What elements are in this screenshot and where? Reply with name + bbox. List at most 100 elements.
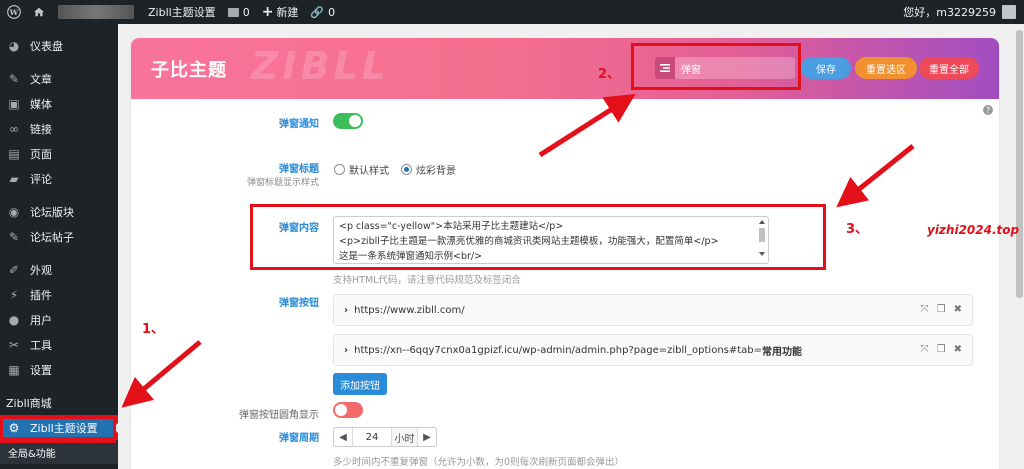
sidebar-item-label: 页面 [30, 147, 52, 161]
add-button[interactable]: 添加按钮 [333, 373, 387, 395]
popup-buttons-label: 弹窗按钮 [279, 298, 319, 309]
sidebar-item-forum-posts[interactable]: ✎ 论坛帖子 [0, 224, 118, 249]
search-input[interactable] [675, 57, 795, 79]
sidebar-item-comments[interactable]: ▰ 评论 [0, 166, 118, 191]
radio-colorful-bg[interactable]: 炫彩背景 [401, 162, 456, 177]
list-icon [655, 57, 675, 79]
settings-icon: ▦ [8, 362, 20, 377]
chevron-right-icon: › [344, 344, 349, 356]
popup-cycle-label: 弹窗周期 [279, 433, 319, 444]
gear-icon: ⚙ [8, 420, 20, 435]
cycle-hint: 多少时间内不重复弹窗（允许为小数，为0则每次刷新页面都会弹出） [333, 457, 625, 468]
page-title: 子比主题 [151, 60, 227, 81]
radio-dot [334, 164, 345, 175]
sidebar-item-links[interactable]: ∞ 链接 [0, 116, 118, 141]
page-scrollbar[interactable] [1015, 24, 1024, 469]
forum-icon: ◉ [8, 204, 20, 219]
sidebar-item-posts[interactable]: ✎ 文章 [0, 66, 118, 91]
increment-button[interactable]: ▶ [418, 428, 436, 446]
decrement-button[interactable]: ◀ [334, 428, 352, 446]
sidebar-item-tools[interactable]: ✂ 工具 [0, 332, 118, 357]
code-line: <p>zibll子比主题是一款漂亮优雅的商城资讯类网站主题模板，功能强大，配置简… [339, 236, 719, 247]
radio-default-style[interactable]: 默认样式 [334, 162, 389, 177]
link-icon: 🔗 [310, 5, 325, 19]
sidebar-item-pages[interactable]: ▤ 页面 [0, 141, 118, 166]
sidebar-item-label: 论坛版块 [30, 205, 74, 219]
sidebar-item-label: Zibll商城 [6, 396, 52, 410]
sidebar-item-label: 论坛帖子 [30, 230, 74, 244]
comments-link[interactable]: 0 [222, 0, 256, 24]
sidebar-item-settings[interactable]: ▦ 设置 [0, 357, 118, 382]
header-banner: ZIBLL 子比主题 保存 重置选区 重置全部 [131, 38, 999, 99]
sidebar-item-zibll-shop[interactable]: Zibll商城 [0, 390, 118, 415]
button-item-strong: 常用功能 [762, 346, 803, 358]
plugin-icon: ⚡ [9, 287, 19, 302]
submenu-global-functions[interactable]: 全局&功能 [0, 440, 118, 464]
sidebar-item-forum-sections[interactable]: ◉ 论坛版块 [0, 199, 118, 224]
comments-count: 0 [242, 5, 250, 19]
sidebar-item-users[interactable]: ● 用户 [0, 307, 118, 332]
sidebar-item-label: 链接 [30, 122, 52, 136]
banner-watermark: ZIBLL [251, 44, 391, 88]
button-item[interactable]: › https://xn--6qqy7cnx0a1gpizf.icu/wp-ad… [333, 334, 973, 366]
copy-icon[interactable]: ❐ [937, 304, 946, 315]
annotation-number-1: 1、 [142, 322, 165, 337]
reset-section-button[interactable]: 重置选区 [855, 57, 917, 79]
links-link[interactable]: 🔗 0 [304, 0, 341, 24]
toggle-knob [335, 404, 347, 416]
sidebar-item-label: 媒体 [30, 97, 52, 111]
button-item-actions: ⤧ ❐ ✖ [921, 344, 962, 355]
wrench-icon: ✂ [8, 337, 20, 352]
code-line: <p class="c-yellow">本站采用子比主题建站</p> [339, 221, 564, 232]
chevron-right-icon: › [344, 304, 349, 316]
sidebar-item-media[interactable]: ▣ 媒体 [0, 91, 118, 116]
button-round-label: 弹窗按钮圆角显示 [239, 410, 319, 421]
brush-icon: ✐ [8, 262, 20, 277]
radio-label: 默认样式 [349, 166, 389, 177]
close-icon[interactable]: ✖ [954, 344, 962, 355]
new-label: 新建 [276, 6, 299, 19]
button-item[interactable]: › https://www.zibll.com/ ⤧ ❐ ✖ [333, 294, 973, 326]
save-button[interactable]: 保存 [801, 57, 851, 79]
toggle-knob [349, 115, 361, 127]
expand-icon[interactable]: ⤧ [921, 344, 929, 355]
sidebar-item-dashboard[interactable]: ◕ 仪表盘 [0, 33, 118, 58]
wordpress-logo-icon[interactable]: W [0, 0, 28, 24]
help-icon[interactable]: ? [983, 105, 993, 115]
close-icon[interactable]: ✖ [954, 304, 962, 315]
sidebar-item-plugins[interactable]: ⚡ 插件 [0, 282, 118, 307]
cycle-unit: 小时 [392, 428, 418, 446]
button-round-toggle[interactable] [333, 402, 363, 418]
popup-notice-label: 弹窗通知 [279, 119, 319, 130]
sidebar-item-label: Zibll主题设置 [30, 421, 98, 435]
site-name-blurred[interactable] [58, 5, 134, 19]
sidebar-item-appearance[interactable]: ✐ 外观 [0, 257, 118, 282]
settings-search [655, 57, 797, 79]
sidebar-item-label: 仪表盘 [30, 39, 63, 53]
popup-title-label: 弹窗标题 [279, 164, 319, 175]
page-scrollbar-thumb[interactable] [1016, 30, 1023, 298]
radio-dot-checked [401, 164, 412, 175]
annotation-number-2: 2、 [598, 67, 621, 82]
comment-icon [227, 7, 239, 17]
sidebar-item-label: 外观 [30, 263, 52, 277]
sidebar-item-label: 工具 [30, 338, 52, 352]
account-menu[interactable]: 您好，m3229259 [903, 0, 1016, 24]
media-icon: ▣ [8, 96, 20, 111]
textarea-scrollbar[interactable] [758, 219, 766, 261]
links-count: 0 [328, 5, 336, 19]
expand-icon[interactable]: ⤧ [921, 304, 929, 315]
sidebar-item-label: 设置 [30, 363, 52, 377]
site-title-link[interactable]: Zibll主题设置 [142, 0, 222, 24]
popup-content-textarea[interactable]: <p class="c-yellow">本站采用子比主题建站</p> <p>zi… [333, 216, 769, 264]
active-indicator [113, 422, 119, 434]
copy-icon[interactable]: ❐ [937, 344, 946, 355]
content-hint: 支持HTML代码，请注意代码规范及标签闭合 [333, 275, 521, 286]
cycle-value[interactable]: 24 [352, 428, 392, 446]
scrollbar-thumb[interactable] [759, 228, 765, 242]
popup-notice-toggle[interactable] [333, 113, 363, 129]
new-content-link[interactable]: + 新建 [256, 0, 305, 24]
reset-all-button[interactable]: 重置全部 [919, 57, 979, 79]
home-icon[interactable] [28, 0, 50, 24]
sidebar-item-zibll-theme-settings[interactable]: ⚙ Zibll主题设置 [0, 415, 119, 440]
